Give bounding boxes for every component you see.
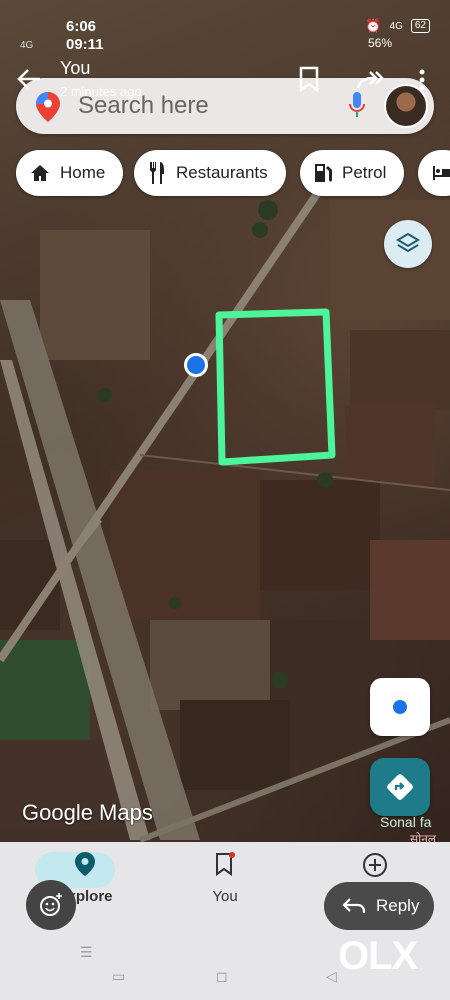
menu-lines-icon[interactable]: ☰ bbox=[80, 944, 93, 961]
chip-restaurants[interactable]: Restaurants bbox=[134, 150, 286, 196]
battery-percent: 56% bbox=[368, 36, 393, 50]
back-arrow-icon[interactable] bbox=[16, 66, 46, 96]
reply-label: Reply bbox=[376, 896, 420, 915]
secondary-time: 09:11 bbox=[66, 36, 104, 53]
nav-you[interactable]: You bbox=[175, 852, 275, 905]
my-location-button[interactable] bbox=[370, 678, 430, 736]
header-title: You bbox=[60, 58, 91, 78]
layers-icon bbox=[396, 232, 420, 253]
home-icon bbox=[31, 165, 49, 181]
chip-label: Petrol bbox=[342, 163, 387, 182]
back-nav-icon[interactable]: ◁ bbox=[326, 968, 337, 985]
hotel-icon bbox=[433, 166, 450, 180]
directions-icon bbox=[387, 774, 413, 800]
status-bar-secondary: 09:11 56% bbox=[0, 36, 450, 56]
header-subtitle: 2 minutes ago bbox=[60, 84, 142, 99]
reply-button[interactable]: Reply bbox=[324, 882, 434, 930]
share-icon[interactable] bbox=[356, 68, 384, 94]
google-maps-watermark: Google Maps bbox=[22, 800, 153, 825]
network-indicator-right: 4G bbox=[389, 20, 403, 32]
chip-label: Home bbox=[60, 163, 106, 182]
location-dot-icon bbox=[393, 700, 407, 714]
bookmark-outline-icon bbox=[216, 852, 235, 876]
emoji-add-icon bbox=[40, 893, 62, 916]
home-nav-icon[interactable]: ◻ bbox=[216, 968, 228, 985]
nav-label: You bbox=[212, 888, 238, 905]
chat-emoji-button[interactable] bbox=[26, 880, 76, 930]
recents-icon[interactable]: ▭ bbox=[112, 968, 125, 985]
add-circle-icon bbox=[363, 853, 387, 877]
bookmark-icon[interactable] bbox=[298, 66, 324, 94]
chip-petrol[interactable]: Petrol bbox=[300, 150, 405, 196]
battery-indicator: 62 bbox=[410, 19, 430, 33]
mic-icon[interactable] bbox=[348, 92, 366, 125]
reply-arrow-icon bbox=[342, 898, 366, 913]
restaurant-icon bbox=[149, 162, 164, 184]
alarm-icon: ⏰ bbox=[365, 18, 382, 33]
layers-button[interactable] bbox=[384, 220, 432, 268]
status-time: 6:06 bbox=[66, 18, 97, 35]
place-label[interactable]: Sonal fa bbox=[380, 814, 431, 830]
current-location-marker bbox=[184, 353, 208, 377]
gas-station-icon bbox=[315, 164, 332, 182]
location-pin-icon bbox=[75, 852, 95, 876]
maps-pin-icon bbox=[36, 92, 60, 127]
status-right: ⏰ 4G 62 bbox=[365, 18, 430, 34]
chip-label: Restaurants bbox=[176, 163, 268, 182]
chip-home[interactable]: Home bbox=[16, 150, 124, 196]
more-vert-icon[interactable] bbox=[418, 68, 428, 92]
directions-button[interactable] bbox=[370, 758, 430, 816]
system-navigation-bar: ☰ ▭ ◻ ◁ bbox=[0, 944, 450, 1000]
nav-contribute[interactable] bbox=[325, 852, 425, 884]
